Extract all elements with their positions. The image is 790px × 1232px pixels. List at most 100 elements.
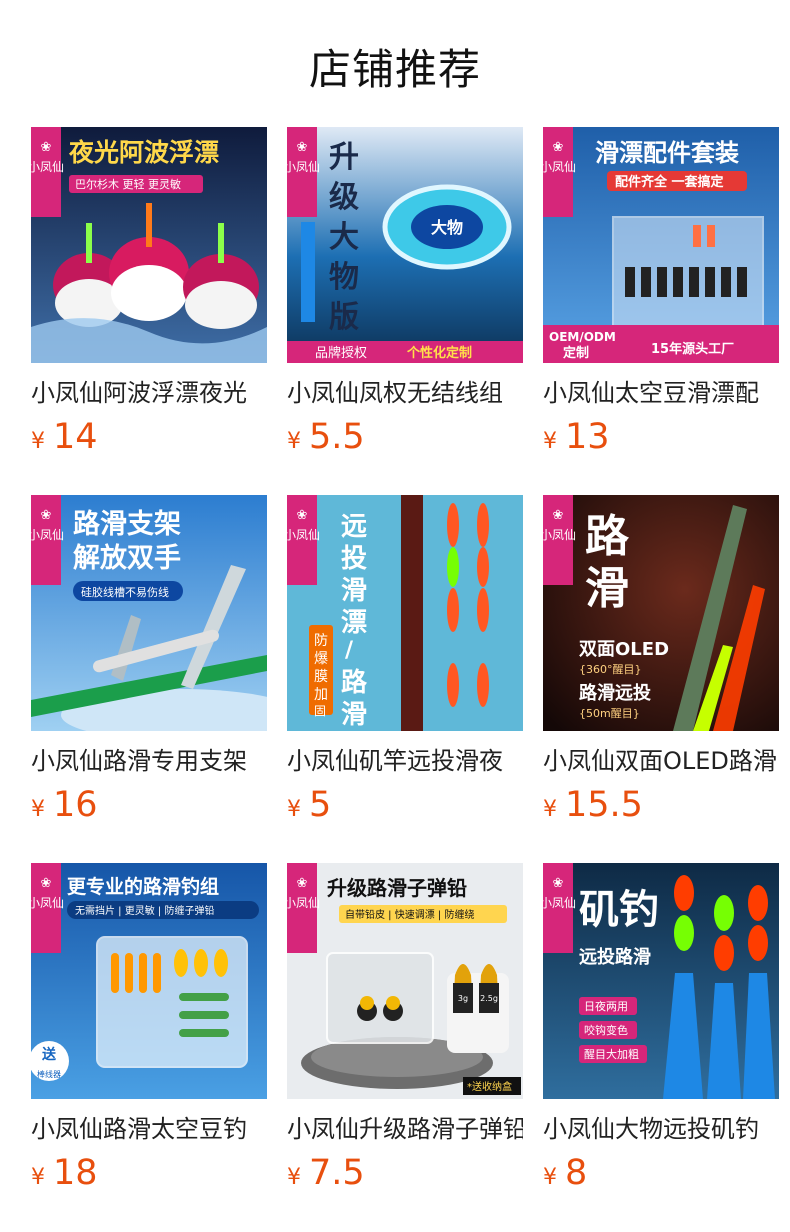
product-name[interactable]: 小凤仙路滑专用支架 xyxy=(31,745,267,777)
svg-text:❀: ❀ xyxy=(553,508,564,523)
svg-text:3g: 3g xyxy=(458,994,468,1003)
price-amount: 5.5 xyxy=(309,417,365,457)
product-image[interactable]: ❀ 小凤仙 升级路滑子弹铅 自带铅皮 | 快速调漂 | 防缠绕 3g 2.5g … xyxy=(287,863,523,1099)
svg-text:远: 远 xyxy=(341,512,367,542)
svg-text:2.5g: 2.5g xyxy=(480,994,498,1003)
svg-text:膜: 膜 xyxy=(314,669,328,685)
price-amount: 13 xyxy=(565,417,610,457)
product-name[interactable]: 小凤仙太空豆滑漂配 xyxy=(543,377,779,409)
svg-text:❀: ❀ xyxy=(41,140,52,155)
product-image[interactable]: ❀ 小凤仙 远投滑 漂 / 路滑 防爆膜加固 xyxy=(287,495,523,731)
product-price: ¥14 xyxy=(31,415,267,465)
svg-text:路滑远投: 路滑远投 xyxy=(579,682,651,704)
svg-text:小凤仙: 小凤仙 xyxy=(543,896,576,910)
svg-text:*送收纳盒: *送收纳盒 xyxy=(467,1080,512,1093)
product-price: ¥18 xyxy=(31,1151,267,1201)
svg-text:日夜两用: 日夜两用 xyxy=(584,999,628,1013)
svg-text:路滑支架: 路滑支架 xyxy=(73,508,181,540)
svg-text:大: 大 xyxy=(329,220,359,255)
svg-text:自带铅皮 | 快速调漂 | 防缠绕: 自带铅皮 | 快速调漂 | 防缠绕 xyxy=(345,908,474,921)
currency-symbol: ¥ xyxy=(543,429,557,454)
svg-text:爆: 爆 xyxy=(314,651,328,667)
svg-text:小凤仙: 小凤仙 xyxy=(287,160,320,174)
svg-text:定制: 定制 xyxy=(562,345,589,361)
svg-text:小凤仙: 小凤仙 xyxy=(31,896,64,910)
svg-text:小凤仙: 小凤仙 xyxy=(543,528,576,542)
svg-text:投: 投 xyxy=(341,544,367,574)
svg-text:更专业的路滑钓组: 更专业的路滑钓组 xyxy=(67,875,219,898)
price-amount: 15.5 xyxy=(565,785,643,825)
currency-symbol: ¥ xyxy=(287,429,301,454)
product-name[interactable]: 小凤仙路滑太空豆钓 xyxy=(31,1113,267,1145)
product-name[interactable]: 小凤仙凤权无结线组 xyxy=(287,377,523,409)
currency-symbol: ¥ xyxy=(287,1165,301,1190)
svg-text:滑: 滑 xyxy=(341,576,367,606)
svg-text:个性化定制: 个性化定制 xyxy=(406,345,472,361)
svg-text:❀: ❀ xyxy=(41,876,52,891)
svg-text:双面OLED: 双面OLED xyxy=(579,639,669,660)
svg-text:硅胶线槽不易伤线: 硅胶线槽不易伤线 xyxy=(81,585,169,599)
svg-text:品牌授权: 品牌授权 xyxy=(315,345,367,361)
price-amount: 14 xyxy=(53,417,98,457)
svg-text:小凤仙: 小凤仙 xyxy=(31,528,64,542)
svg-text:❀: ❀ xyxy=(297,140,308,155)
product-card[interactable]: ❀ 小凤仙 升级路滑子弹铅 自带铅皮 | 快速调漂 | 防缠绕 3g 2.5g … xyxy=(287,863,523,1201)
svg-text:矶钓: 矶钓 xyxy=(579,887,659,933)
svg-text:升: 升 xyxy=(329,140,359,175)
svg-text:/: / xyxy=(345,638,354,663)
product-image[interactable]: ❀ 小凤仙 矶钓 远投路滑 日夜两用 咬钩变色 醒目大加粗 xyxy=(543,863,779,1099)
product-image[interactable]: ❀ 小凤仙 更专业的路滑钓组 无需挡片 | 更灵敏 | 防缠子弹铅 送 棒线器 xyxy=(31,863,267,1099)
product-card[interactable]: ❀ 小凤仙 滑漂配件套装 配件齐全 一套搞定 OEM/ODM 定制 15年源头工… xyxy=(543,127,779,465)
svg-text:小凤仙: 小凤仙 xyxy=(543,160,576,174)
product-image[interactable]: ❀ 小凤仙 路滑支架 解放双手 硅胶线槽不易伤线 xyxy=(31,495,267,731)
svg-text:小凤仙: 小凤仙 xyxy=(31,160,64,174)
svg-text:滑: 滑 xyxy=(585,563,629,614)
product-name[interactable]: 小凤仙阿波浮漂夜光 xyxy=(31,377,267,409)
product-image[interactable]: ❀ 小凤仙 夜光阿波浮漂 巴尔杉木 更轻 更灵敏 xyxy=(31,127,267,363)
svg-text:送: 送 xyxy=(41,1046,57,1063)
svg-text:物: 物 xyxy=(329,260,359,295)
product-card[interactable]: ❀ 小凤仙 矶钓 远投路滑 日夜两用 咬钩变色 醒目大加粗 小凤仙大物远投矶钓 … xyxy=(543,863,779,1201)
product-name[interactable]: 小凤仙大物远投矶钓 xyxy=(543,1113,779,1145)
svg-text:❀: ❀ xyxy=(553,140,564,155)
currency-symbol: ¥ xyxy=(287,797,301,822)
product-image[interactable]: ❀ 小凤仙 滑漂配件套装 配件齐全 一套搞定 OEM/ODM 定制 15年源头工… xyxy=(543,127,779,363)
product-price: ¥7.5 xyxy=(287,1151,523,1201)
product-image[interactable]: ❀ 小凤仙 路 滑 双面OLED {360°醒目} 路滑远投 {50m醒目} xyxy=(543,495,779,731)
price-amount: 5 xyxy=(309,785,332,825)
price-amount: 16 xyxy=(53,785,98,825)
svg-text:❀: ❀ xyxy=(297,508,308,523)
page-title: 店铺推荐 xyxy=(308,45,481,94)
svg-text:加: 加 xyxy=(314,687,328,703)
product-card[interactable]: ❀ 小凤仙 更专业的路滑钓组 无需挡片 | 更灵敏 | 防缠子弹铅 送 棒线器 … xyxy=(31,863,267,1201)
currency-symbol: ¥ xyxy=(31,429,45,454)
currency-symbol: ¥ xyxy=(31,1165,45,1190)
product-price: ¥5.5 xyxy=(287,415,523,465)
product-card[interactable]: ❀ 小凤仙 路滑支架 解放双手 硅胶线槽不易伤线 小凤仙路滑专用支架 ¥16 xyxy=(31,495,267,833)
svg-text:路: 路 xyxy=(585,511,630,562)
product-price: ¥5 xyxy=(287,783,523,833)
svg-text:醒目大加粗: 醒目大加粗 xyxy=(584,1047,639,1061)
product-card[interactable]: ❀ 小凤仙 夜光阿波浮漂 巴尔杉木 更轻 更灵敏 小凤仙阿波浮漂夜光 ¥14 xyxy=(31,127,267,465)
price-amount: 8 xyxy=(565,1153,588,1193)
product-name[interactable]: 小凤仙升级路滑子弹铅 xyxy=(287,1113,523,1145)
svg-text:夜光阿波浮漂: 夜光阿波浮漂 xyxy=(68,138,219,167)
product-image[interactable]: ❀ 小凤仙 升 级 大 物 版 大物 品牌授权 个性化定制 xyxy=(287,127,523,363)
currency-symbol: ¥ xyxy=(31,797,45,822)
product-name[interactable]: 小凤仙双面OLED路滑 xyxy=(543,745,779,777)
svg-text:小凤仙: 小凤仙 xyxy=(287,528,320,542)
svg-text:❀: ❀ xyxy=(553,876,564,891)
svg-text:固: 固 xyxy=(314,704,326,718)
svg-text:滑: 滑 xyxy=(341,700,367,730)
currency-symbol: ¥ xyxy=(543,1165,557,1190)
product-card[interactable]: ❀ 小凤仙 升 级 大 物 版 大物 品牌授权 个性化定制 小凤仙凤权无结线组 … xyxy=(287,127,523,465)
svg-text:❀: ❀ xyxy=(41,508,52,523)
svg-text:解放双手: 解放双手 xyxy=(73,542,181,574)
product-card[interactable]: ❀ 小凤仙 远投滑 漂 / 路滑 防爆膜加固 小凤仙矶竿远投滑夜 ¥5 xyxy=(287,495,523,833)
product-card[interactable]: ❀ 小凤仙 路 滑 双面OLED {360°醒目} 路滑远投 {50m醒目} 小… xyxy=(543,495,779,833)
svg-text:{50m醒目}: {50m醒目} xyxy=(579,707,640,720)
product-price: ¥16 xyxy=(31,783,267,833)
svg-text:远投路滑: 远投路滑 xyxy=(579,946,651,968)
svg-text:滑漂配件套装: 滑漂配件套装 xyxy=(595,139,739,167)
product-name[interactable]: 小凤仙矶竿远投滑夜 xyxy=(287,745,523,777)
